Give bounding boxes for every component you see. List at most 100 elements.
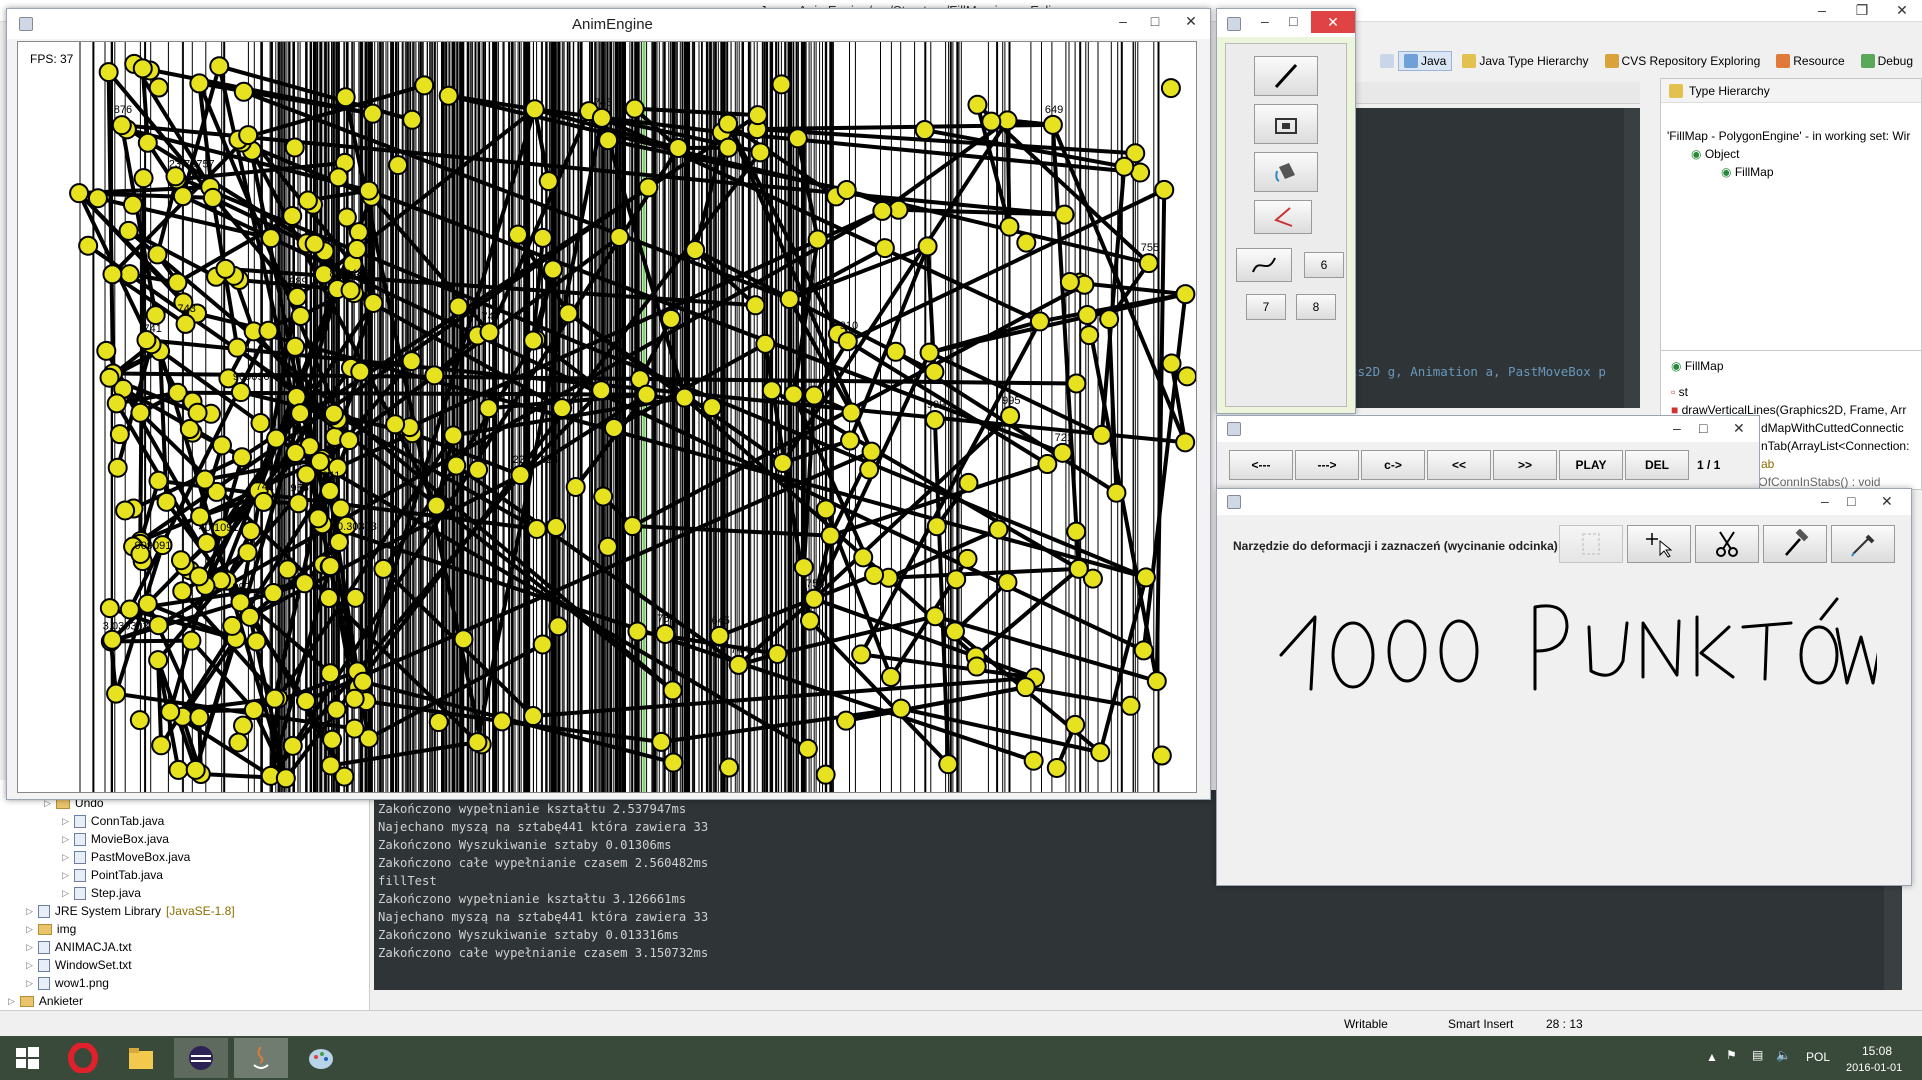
- status-bar: Writable Smart Insert 28 : 13: [0, 1010, 1922, 1036]
- expand-icon[interactable]: ▷: [62, 834, 69, 845]
- expand-icon[interactable]: ▷: [26, 924, 33, 935]
- maximize-icon[interactable]: □: [1699, 420, 1707, 436]
- package-explorer-item[interactable]: ▷ img: [26, 922, 76, 936]
- animation-canvas[interactable]: FPS: 37 909091 909090 3.030303 8.484863 22.4…: [17, 41, 1197, 793]
- copy-step-button[interactable]: c->: [1361, 450, 1425, 480]
- clock-time[interactable]: 15:08: [1862, 1044, 1892, 1058]
- prev-step-button[interactable]: <---: [1229, 450, 1293, 480]
- delete-button[interactable]: DEL: [1625, 450, 1689, 480]
- add-point-button[interactable]: [1627, 525, 1691, 563]
- curve-tool-button[interactable]: [1236, 248, 1292, 282]
- forward-button[interactable]: >>: [1493, 450, 1557, 480]
- language-indicator[interactable]: POL: [1806, 1050, 1830, 1064]
- editor-tab[interactable]: va: [1340, 82, 1640, 104]
- expand-icon[interactable]: ▷: [26, 942, 33, 953]
- status-mode: Writable: [1344, 1017, 1388, 1031]
- package-explorer-item[interactable]: ▷ MovieBox.java: [62, 832, 169, 846]
- perspective-resource[interactable]: Resource: [1770, 51, 1850, 71]
- minimize-icon[interactable]: –: [1821, 493, 1829, 509]
- clock-date[interactable]: 2016-01-01: [1846, 1062, 1902, 1074]
- start-button[interactable]: [0, 1038, 54, 1078]
- outline-item[interactable]: ab: [1761, 457, 1774, 471]
- package-explorer-item[interactable]: ▷ Step.java: [62, 886, 141, 900]
- tool-button-7[interactable]: 7: [1246, 294, 1286, 320]
- expand-icon[interactable]: ▷: [62, 852, 69, 863]
- toolbox-titlebar[interactable]: – □ ✕: [1217, 9, 1355, 37]
- tool-button-8[interactable]: 8: [1296, 294, 1336, 320]
- cut-segment-button[interactable]: [1695, 525, 1759, 563]
- taskbar-eclipse[interactable]: [174, 1038, 228, 1078]
- expand-icon[interactable]: ▷: [8, 996, 15, 1007]
- tree-node-object[interactable]: ◉ Object: [1691, 147, 1740, 161]
- hammer-button[interactable]: [1763, 525, 1827, 563]
- close-icon[interactable]: ✕: [1171, 11, 1211, 33]
- open-perspective-icon[interactable]: [1380, 54, 1394, 68]
- package-explorer-item[interactable]: ▷ wow1.png: [26, 976, 109, 990]
- volume-icon[interactable]: 🔈: [1776, 1048, 1791, 1062]
- expand-icon[interactable]: ▷: [62, 888, 69, 899]
- status-insert: Smart Insert: [1448, 1017, 1514, 1031]
- package-explorer-item[interactable]: ▷ PastMoveBox.java: [62, 850, 190, 864]
- package-explorer-item[interactable]: ▷ PointTab.java: [62, 868, 163, 882]
- expand-icon[interactable]: ▷: [62, 870, 69, 881]
- minimize-icon[interactable]: –: [1261, 13, 1269, 29]
- movie-box-titlebar[interactable]: – □ ✕: [1217, 416, 1759, 442]
- taskbar-paint[interactable]: [294, 1038, 348, 1078]
- maximize-icon[interactable]: □: [1289, 13, 1297, 29]
- tool-panel: 6 7 8: [1225, 43, 1347, 407]
- tray-chevron-icon[interactable]: ▲: [1706, 1050, 1718, 1064]
- minimize-icon[interactable]: –: [1107, 11, 1139, 33]
- package-explorer-item[interactable]: ▷ WindowSet.txt: [26, 958, 132, 972]
- minimize-icon[interactable]: –: [1802, 0, 1842, 22]
- deform-titlebar[interactable]: – □ ✕: [1217, 489, 1911, 515]
- package-explorer-item[interactable]: ▷ Ankieter: [8, 994, 83, 1008]
- tree-node-fillmap[interactable]: ◉ FillMap: [1721, 165, 1774, 179]
- maximize-icon[interactable]: ❐: [1842, 0, 1882, 22]
- editor-scrollbar[interactable]: [1624, 108, 1640, 408]
- close-icon[interactable]: ✕: [1881, 493, 1893, 510]
- close-icon[interactable]: ✕: [1733, 420, 1745, 437]
- flag-icon[interactable]: ⚑: [1726, 1048, 1737, 1062]
- taskbar-opera[interactable]: [56, 1038, 110, 1078]
- perspective-type-hierarchy[interactable]: Java Type Hierarchy: [1456, 51, 1594, 71]
- outline-item[interactable]: ▫ st: [1671, 385, 1688, 399]
- frame-counter: 1 / 1: [1697, 458, 1721, 472]
- fill-tool-button[interactable]: [1254, 152, 1318, 192]
- package-explorer-item[interactable]: ▷ JRE System Library [JavaSE-1.8]: [26, 904, 235, 918]
- line-tool-button[interactable]: [1254, 56, 1318, 96]
- outline-item-label: st: [1678, 385, 1688, 399]
- expand-icon[interactable]: ▷: [62, 816, 69, 827]
- expand-icon[interactable]: ▷: [26, 960, 33, 971]
- window-title: AnimEngine: [572, 16, 653, 33]
- field-icon: ▫: [1671, 385, 1676, 399]
- package-explorer-item[interactable]: ▷ ANIMACJA.txt: [26, 940, 132, 954]
- play-button[interactable]: PLAY: [1559, 450, 1623, 480]
- maximize-icon[interactable]: □: [1847, 493, 1855, 509]
- taskbar-explorer[interactable]: [114, 1038, 168, 1078]
- screenshot-tool-button[interactable]: [1254, 104, 1318, 144]
- close-icon[interactable]: ✕: [1882, 0, 1922, 22]
- outline-item[interactable]: dMapWithCuttedConnectic: [1761, 421, 1904, 435]
- expand-icon[interactable]: ▷: [26, 978, 33, 989]
- outline-item[interactable]: nTab(ArrayList<Connection:: [1761, 439, 1909, 453]
- angle-tool-button[interactable]: [1254, 200, 1312, 234]
- expand-icon[interactable]: ▷: [26, 906, 33, 917]
- tool-button-6[interactable]: 6: [1304, 252, 1344, 278]
- perspective-debug[interactable]: Debug: [1855, 51, 1919, 71]
- outline-class[interactable]: ◉ FillMap: [1671, 359, 1724, 373]
- network-icon[interactable]: ▤: [1752, 1048, 1763, 1062]
- select-area-button[interactable]: [1559, 525, 1623, 563]
- package-explorer-item[interactable]: ▷ ConnTab.java: [62, 814, 164, 828]
- type-hierarchy-tab[interactable]: Type Hierarchy: [1661, 79, 1921, 103]
- rewind-button[interactable]: <<: [1427, 450, 1491, 480]
- minimize-icon[interactable]: –: [1673, 420, 1681, 436]
- taskbar-java[interactable]: [234, 1038, 288, 1078]
- maximize-icon[interactable]: □: [1139, 11, 1171, 33]
- animengine-titlebar[interactable]: AnimEngine – □ ✕: [7, 9, 1210, 39]
- perspective-java[interactable]: Java: [1398, 51, 1453, 71]
- next-step-button[interactable]: --->: [1295, 450, 1359, 480]
- close-icon[interactable]: ✕: [1311, 11, 1355, 33]
- console-line: Najechano myszą na sztabę441 która zawie…: [378, 910, 709, 924]
- pipette-button[interactable]: [1831, 525, 1895, 563]
- perspective-cvs[interactable]: CVS Repository Exploring: [1599, 51, 1767, 71]
